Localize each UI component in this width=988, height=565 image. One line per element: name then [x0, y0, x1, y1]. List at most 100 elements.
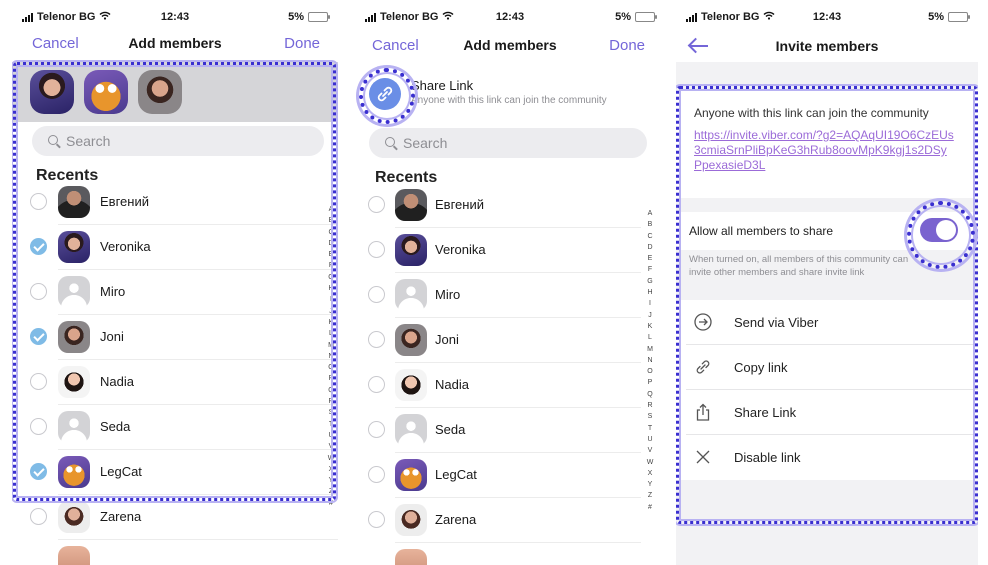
index-letter[interactable]: R: [645, 400, 655, 411]
index-letter[interactable]: J: [645, 310, 655, 321]
index-letter[interactable]: O: [645, 366, 655, 377]
index-letter[interactable]: Z: [645, 490, 655, 501]
index-letter[interactable]: F: [326, 260, 336, 271]
index-letter[interactable]: H: [645, 287, 655, 298]
list-item[interactable]: Евгений: [12, 180, 338, 225]
list-item[interactable]: Miro: [12, 270, 338, 315]
index-letter[interactable]: Y: [645, 479, 655, 490]
checkbox-checked[interactable]: [30, 238, 47, 255]
list-item[interactable]: Nadia: [12, 360, 338, 405]
index-letter[interactable]: T: [645, 423, 655, 434]
invite-link[interactable]: https://invite.viber.com/?g2=AQAqUI19O6C…: [694, 128, 954, 173]
index-letter[interactable]: T: [326, 419, 336, 430]
index-letter[interactable]: J: [326, 306, 336, 317]
index-letter[interactable]: A: [326, 204, 336, 215]
list-item[interactable]: Seda: [12, 405, 338, 450]
list-item[interactable]: Zarena: [355, 498, 665, 543]
index-letter[interactable]: Y: [326, 475, 336, 486]
checkbox-checked[interactable]: [30, 328, 47, 345]
index-letter[interactable]: D: [326, 238, 336, 249]
list-item[interactable]: [12, 540, 338, 565]
share-link-button[interactable]: Share Link: [676, 390, 978, 435]
index-letter[interactable]: L: [326, 328, 336, 339]
list-item[interactable]: LegCat: [355, 453, 665, 498]
copy-link-button[interactable]: Copy link: [676, 345, 978, 390]
index-letter[interactable]: U: [645, 434, 655, 445]
checkbox[interactable]: [368, 286, 385, 303]
index-letter[interactable]: N: [645, 355, 655, 366]
checkbox[interactable]: [368, 376, 385, 393]
checkbox[interactable]: [368, 511, 385, 528]
index-letter[interactable]: O: [326, 362, 336, 373]
index-letter[interactable]: S: [326, 407, 336, 418]
alphabet-index[interactable]: A B C D E F G H I J K L M N O P Q R S T U V W X Y Z #: [645, 208, 655, 513]
index-letter[interactable]: N: [326, 351, 336, 362]
index-letter[interactable]: R: [326, 396, 336, 407]
checkbox[interactable]: [368, 466, 385, 483]
list-item[interactable]: LegCat: [12, 450, 338, 495]
index-letter[interactable]: B: [645, 219, 655, 230]
index-letter[interactable]: L: [645, 332, 655, 343]
index-letter[interactable]: M: [645, 344, 655, 355]
index-letter[interactable]: G: [326, 272, 336, 283]
index-letter[interactable]: I: [645, 298, 655, 309]
index-letter[interactable]: P: [326, 373, 336, 384]
index-letter[interactable]: H: [326, 283, 336, 294]
list-item[interactable]: Joni: [355, 318, 665, 363]
index-letter[interactable]: V: [645, 445, 655, 456]
send-via-viber-button[interactable]: Send via Viber: [676, 300, 978, 345]
checkbox[interactable]: [368, 421, 385, 438]
index-letter[interactable]: K: [645, 321, 655, 332]
index-letter[interactable]: I: [326, 294, 336, 305]
index-letter[interactable]: C: [326, 227, 336, 238]
index-letter[interactable]: Q: [326, 385, 336, 396]
selected-avatar-joni[interactable]: [138, 70, 182, 114]
index-letter[interactable]: W: [326, 453, 336, 464]
index-letter[interactable]: E: [326, 249, 336, 260]
done-button[interactable]: Done: [284, 35, 320, 52]
list-item[interactable]: Veronika: [355, 228, 665, 273]
search-input[interactable]: Search: [369, 128, 647, 158]
checkbox[interactable]: [368, 196, 385, 213]
list-item[interactable]: Joni: [12, 315, 338, 360]
list-item[interactable]: Seda: [355, 408, 665, 453]
index-letter[interactable]: D: [645, 242, 655, 253]
index-letter[interactable]: G: [645, 276, 655, 287]
selected-avatar-legcat[interactable]: [84, 70, 128, 114]
checkbox[interactable]: [30, 373, 47, 390]
index-letter[interactable]: P: [645, 377, 655, 388]
index-letter[interactable]: C: [645, 231, 655, 242]
index-letter[interactable]: F: [645, 264, 655, 275]
index-letter[interactable]: #: [326, 498, 336, 509]
checkbox[interactable]: [30, 193, 47, 210]
checkbox[interactable]: [368, 331, 385, 348]
index-letter[interactable]: X: [645, 468, 655, 479]
allow-share-toggle[interactable]: [920, 218, 958, 242]
index-letter[interactable]: S: [645, 411, 655, 422]
disable-link-button[interactable]: Disable link: [676, 435, 978, 480]
alphabet-index[interactable]: A B C D E F G H I J K L M N O P Q R S T U V W X Y Z #: [326, 204, 336, 509]
index-letter[interactable]: K: [326, 317, 336, 328]
search-input[interactable]: Search: [32, 126, 324, 156]
index-letter[interactable]: U: [326, 430, 336, 441]
checkbox[interactable]: [30, 508, 47, 525]
list-item[interactable]: Zarena: [12, 495, 338, 540]
index-letter[interactable]: A: [645, 208, 655, 219]
list-item[interactable]: Miro: [355, 273, 665, 318]
index-letter[interactable]: W: [645, 457, 655, 468]
list-item[interactable]: Евгений: [355, 183, 665, 228]
index-letter[interactable]: V: [326, 441, 336, 452]
index-letter[interactable]: #: [645, 502, 655, 513]
checkbox-checked[interactable]: [30, 463, 47, 480]
index-letter[interactable]: Z: [326, 486, 336, 497]
list-item[interactable]: [355, 543, 665, 565]
index-letter[interactable]: M: [326, 340, 336, 351]
index-letter[interactable]: E: [645, 253, 655, 264]
checkbox[interactable]: [30, 283, 47, 300]
index-letter[interactable]: Q: [645, 389, 655, 400]
index-letter[interactable]: B: [326, 215, 336, 226]
done-button[interactable]: Done: [609, 37, 645, 54]
checkbox[interactable]: [368, 241, 385, 258]
share-link-row[interactable]: Share Link Anyone with this link can joi…: [355, 64, 665, 122]
list-item[interactable]: Nadia: [355, 363, 665, 408]
